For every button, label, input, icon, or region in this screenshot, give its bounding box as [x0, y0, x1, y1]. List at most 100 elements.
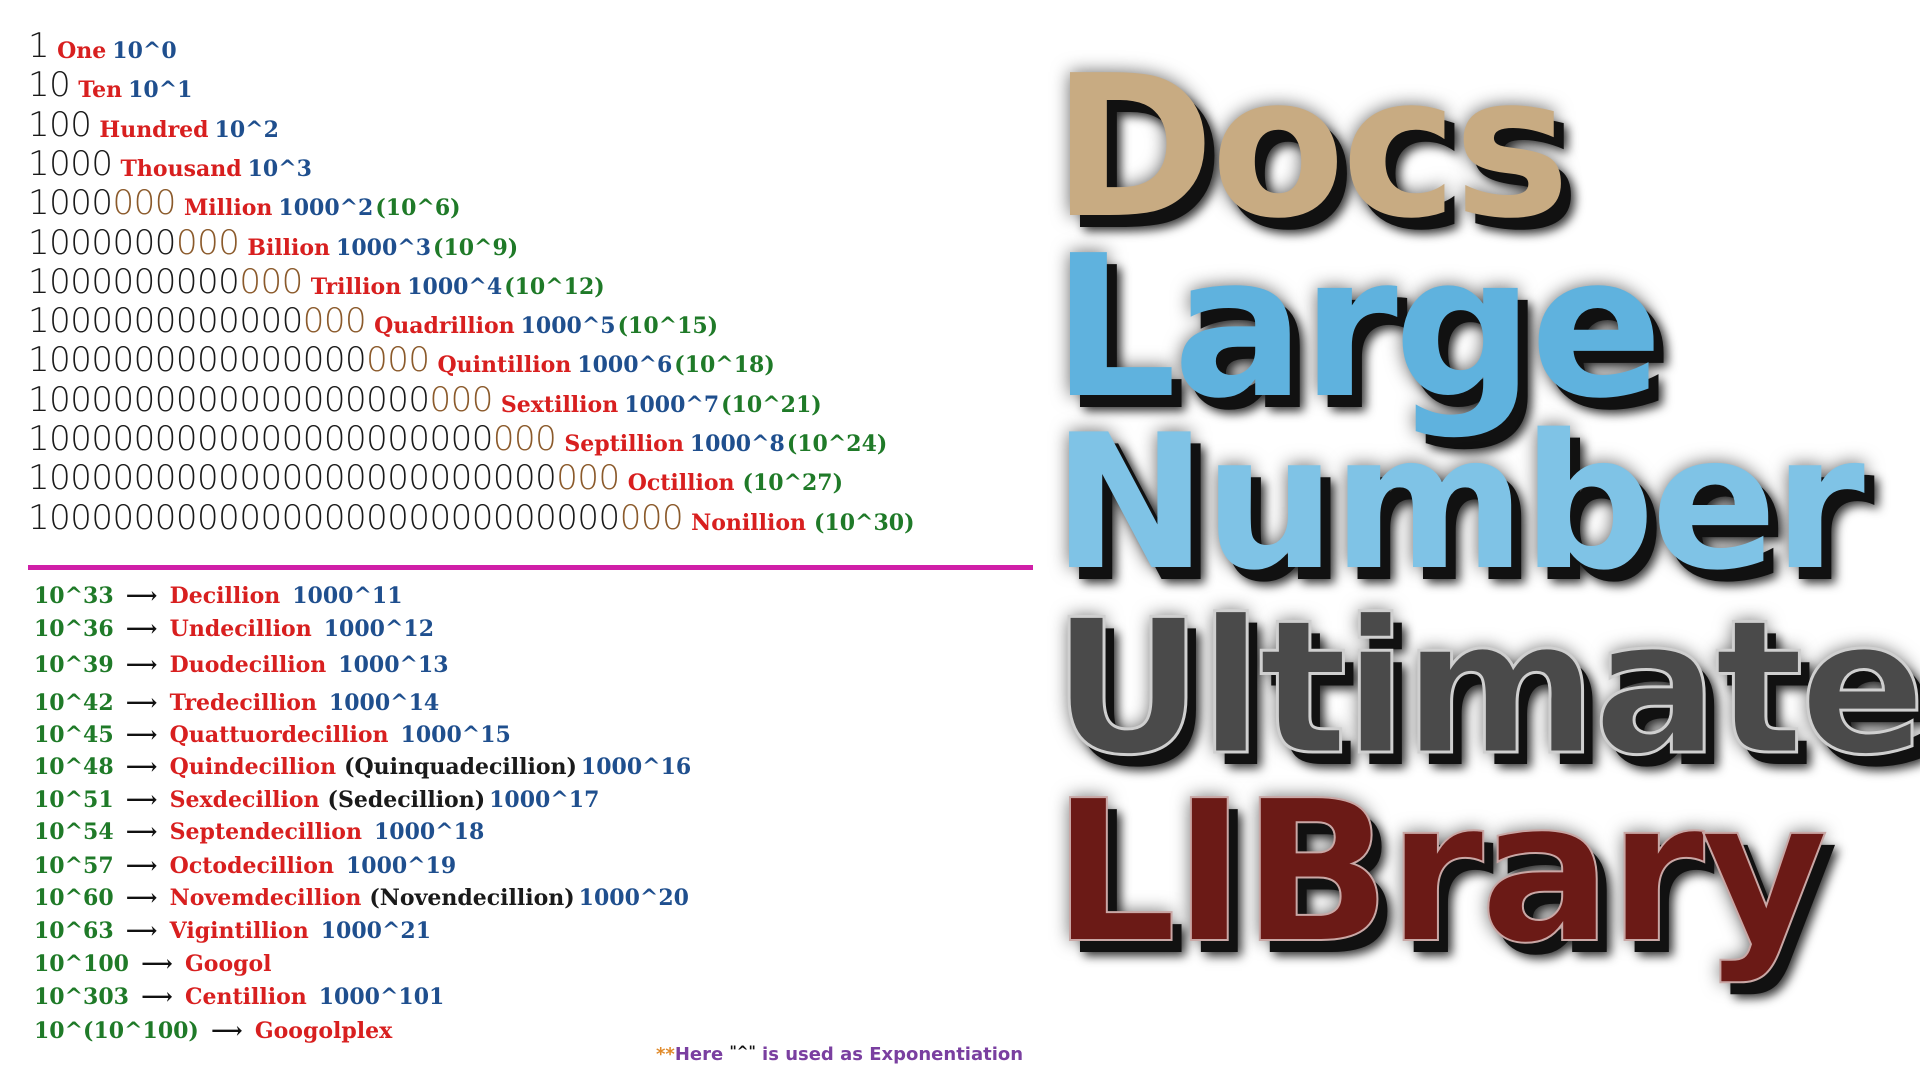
large-name-row: 10^303 ⟶ Centillion 1000^101: [34, 982, 444, 1012]
staircase-power: 1000^7: [624, 391, 720, 418]
arrow-icon: ⟶: [141, 984, 173, 1010]
staircase-scientific: (10^21): [721, 391, 822, 418]
large-name-name: Tredecillion: [169, 690, 317, 716]
large-name-exponent: 10^39: [34, 652, 114, 678]
staircase-scientific: (10^12): [504, 273, 605, 300]
exponent-note: **Here "^" is used as Exponentiation: [656, 1044, 1023, 1065]
staircase-name: Quadrillion: [374, 313, 515, 340]
staircase-new-digits: 000: [112, 183, 177, 224]
title-block: Docs Large Number Ultimate LIBrary: [1051, 40, 1920, 990]
large-name-exponent: 10^36: [34, 616, 114, 642]
large-name-power: 1000^16: [580, 754, 692, 780]
staircase-scientific: (10^24): [786, 431, 888, 457]
staircase-new-digits: 000: [175, 222, 240, 263]
staircase-digits: 1000000000000000000: [28, 379, 430, 420]
large-name-row: 10^45 ⟶ Quattuordecillion 1000^15: [34, 720, 511, 750]
staircase-power: 10^1: [128, 77, 193, 104]
large-name-row: 10^42 ⟶ Tredecillion 1000^14: [34, 688, 439, 718]
title-word-library: LIBrary: [1051, 759, 1830, 987]
staircase-digits: 1000000000000: [28, 301, 303, 342]
large-name-power: 1000^19: [345, 853, 457, 879]
arrow-icon: ⟶: [211, 1018, 243, 1044]
arrow-icon: ⟶: [125, 819, 158, 845]
staircase-scientific: (10^27): [742, 470, 844, 497]
staircase-power: 10^2: [214, 116, 279, 143]
large-name-name: Quattuordecillion: [169, 722, 389, 748]
staircase-digits: 1: [28, 26, 50, 66]
large-name-row: 10^51 ⟶ Sexdecillion (Sedecillion) 1000^17: [34, 785, 599, 815]
arrow-icon: ⟶: [141, 951, 173, 977]
staircase-digits: 1000000: [28, 222, 176, 263]
staircase-row: 1 One 10^0: [28, 26, 179, 66]
staircase-name: Ten: [78, 77, 123, 104]
staircase-scientific: (10^30): [814, 509, 915, 536]
large-name-name: Octodecillion: [169, 853, 334, 879]
staircase-name: Septillion: [564, 431, 684, 457]
large-name-name: Googol: [184, 951, 272, 977]
large-name-power: 1000^101: [318, 984, 445, 1010]
large-name-alternate: (Sedecillion): [327, 787, 486, 813]
arrow-icon: ⟶: [125, 787, 158, 813]
staircase-name: Trillion: [310, 273, 402, 300]
arrow-icon: ⟶: [125, 690, 158, 716]
large-name-row: 10^39 ⟶ Duodecillion 1000^13: [34, 650, 449, 680]
staircase-row: 1000000000000000000000 000 Septillion 1000^…: [28, 419, 887, 459]
staircase-digits: 100: [28, 104, 92, 145]
large-name-exponent: 10^63: [34, 918, 114, 944]
staircase-new-digits: 000: [366, 340, 430, 381]
staircase-new-digits: 000: [239, 261, 303, 302]
large-name-power: 1000^11: [292, 583, 403, 609]
staircase-new-digits: 000: [619, 497, 684, 538]
staircase-row: 100 Hundred 10^2: [28, 105, 281, 145]
staircase-name: Sextillion: [500, 391, 619, 418]
large-name-exponent: 10^60: [34, 885, 114, 911]
large-name-row: 10^36 ⟶ Undecillion 1000^12: [34, 614, 434, 644]
staircase-digits: 1000000000000000000000000000: [28, 497, 620, 538]
staircase-power: 1000^8: [689, 431, 785, 457]
staircase-digits: 1000000000000000000000000: [28, 458, 557, 499]
large-name-power: 1000^20: [578, 885, 689, 911]
large-name-name: Sexdecillion: [169, 787, 320, 813]
large-name-exponent: 10^48: [34, 754, 114, 780]
arrow-icon: ⟶: [125, 885, 158, 911]
staircase-row: 1000000000000000000 000 Sextillion 1000^7 (1…: [28, 380, 822, 420]
large-name-alternate: (Novendecillion): [369, 885, 575, 911]
note-after: is used as Exponentiation: [755, 1044, 1024, 1065]
large-name-row: 10^60 ⟶ Novemdecillion (Novendecillion) 1000…: [34, 883, 689, 913]
large-name-row: 10^100 ⟶ Googol: [34, 949, 284, 979]
staircase-digits: 1000000000: [28, 261, 240, 302]
note-stars: **: [656, 1044, 675, 1065]
arrow-icon: ⟶: [125, 583, 158, 609]
large-name-exponent: 10^303: [34, 984, 129, 1010]
arrow-icon: ⟶: [125, 722, 158, 748]
large-name-row: 10^63 ⟶ Vigintillion 1000^21: [34, 916, 431, 946]
large-name-row: 10^(10^100) ⟶ Googolplex: [34, 1016, 404, 1046]
staircase-digits: 1000000000000000000000: [28, 419, 493, 459]
staircase-digits: 1000: [28, 183, 113, 224]
large-name-exponent: 10^57: [34, 853, 114, 879]
large-name-name: Novemdecillion: [169, 885, 362, 911]
large-name-power: 1000^15: [400, 722, 511, 748]
large-name-power: 1000^18: [373, 819, 485, 845]
staircase-new-digits: 000: [492, 419, 557, 459]
large-name-name: Vigintillion: [169, 918, 309, 944]
large-name-row: 10^54 ⟶ Septendecillion 1000^18: [34, 817, 484, 847]
staircase-name: Million: [183, 195, 273, 222]
large-name-power: 1000^12: [323, 616, 435, 642]
section-divider: [28, 565, 1033, 570]
staircase-row: 1000000000000 000 Quadrillion 1000^5 (10^15): [28, 301, 718, 341]
staircase-digits: 1000000000000000: [28, 340, 367, 381]
large-name-name: Centillion: [184, 984, 307, 1010]
staircase-row: 1000000000000000000000000 000 Octillion (10…: [28, 458, 843, 498]
staircase-row: 1000 Thousand 10^3: [28, 144, 314, 184]
arrow-icon: ⟶: [125, 616, 158, 642]
staircase-name: Quintillion: [437, 352, 572, 379]
arrow-icon: ⟶: [125, 754, 158, 780]
large-name-row: 10^48 ⟶ Quindecillion (Quinquadecillion) 100…: [34, 752, 691, 782]
title-word-number: Number: [1052, 394, 1865, 611]
staircase-digits: 1000: [28, 143, 113, 184]
staircase-row: 1000 000 Million 1000^2 (10^6): [28, 183, 461, 223]
note-caret: "^": [729, 1044, 756, 1060]
number-chart: 1 One 10^0 10 Ten 10^1 100 Hundred 10^2 1000 Thous…: [0, 0, 1040, 1080]
staircase-name: Octillion: [627, 470, 735, 497]
